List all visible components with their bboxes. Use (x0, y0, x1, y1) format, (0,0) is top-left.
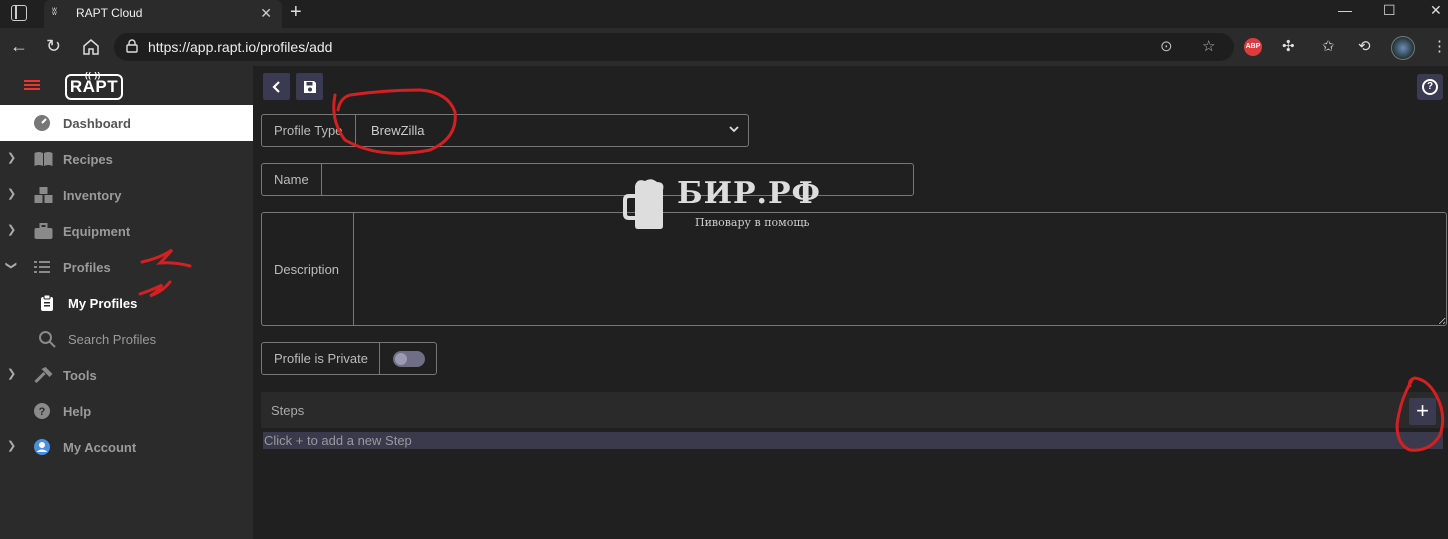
question-circle-icon: ? (1422, 79, 1438, 95)
tab-actions-icon[interactable] (11, 5, 27, 21)
sidebar-item-label: My Profiles (68, 296, 138, 311)
sidebar-item-label: Inventory (63, 188, 122, 203)
url-bar[interactable]: https://app.rapt.io/profiles/add ⊙ ☆ (114, 33, 1234, 61)
book-icon (34, 152, 53, 166)
chevron-right-icon: ❯ (7, 440, 17, 452)
sidebar-item-my-profiles[interactable]: My Profiles (0, 285, 253, 321)
question-circle-icon: ? (34, 403, 50, 419)
home-icon[interactable] (82, 38, 100, 56)
chevron-left-icon (271, 81, 280, 93)
description-textarea[interactable] (355, 213, 1446, 325)
sidebar-item-label: Equipment (63, 224, 131, 239)
sidebar-item-dashboard[interactable]: Dashboard (0, 105, 253, 141)
tab-title: RAPT Cloud (76, 6, 143, 20)
sidebar-item-help[interactable]: ? Help (0, 393, 253, 429)
private-label: Profile is Private (262, 343, 380, 374)
beer-mug-icon (623, 179, 664, 229)
maximize-button[interactable]: ☐ (1383, 2, 1396, 19)
new-tab-button[interactable]: + (290, 1, 302, 24)
sidebar-item-label: My Account (63, 440, 137, 455)
svg-text:?: ? (39, 406, 46, 418)
history-icon[interactable]: ⟲ (1358, 37, 1371, 55)
private-toggle[interactable] (393, 351, 425, 367)
profile-type-select[interactable]: Profile Type BrewZilla (261, 114, 749, 147)
extensions-puzzle-icon[interactable]: ✣ (1282, 37, 1295, 55)
chevron-right-icon: ❯ (7, 152, 17, 164)
watermark-subtitle: Пивовару в помощь (695, 216, 810, 229)
close-window-button[interactable]: ✕ (1430, 2, 1442, 19)
chevron-down-icon (729, 126, 739, 133)
profile-type-label: Profile Type (262, 115, 356, 146)
adblock-plus-icon[interactable]: ABP (1244, 38, 1262, 56)
sidebar-item-label: Dashboard (63, 116, 131, 131)
dashboard-gauge-icon (34, 115, 50, 131)
sidebar-item-equipment[interactable]: ❯ Equipment (0, 213, 253, 249)
rapt-favicon-icon: ʬ (52, 7, 57, 18)
profile-avatar[interactable] (1391, 36, 1415, 60)
more-options-icon[interactable]: ⊙ (1160, 37, 1173, 55)
watermark-logo: БИР.РФ Пивовару в помощь (623, 176, 833, 236)
rapt-logo[interactable]: RAPT (65, 65, 123, 100)
steps-empty-hint: Click + to add a new Step (263, 432, 1443, 449)
user-circle-icon (34, 439, 50, 455)
search-icon (39, 331, 56, 348)
hammer-icon (34, 367, 53, 384)
boxes-icon (34, 187, 53, 203)
lock-icon (126, 39, 138, 53)
address-toolbar: ← ↻ https://app.rapt.io/profiles/add ⊙ ☆… (0, 28, 1448, 66)
browser-titlebar: ʬ RAPT Cloud ✕ + — ☐ ✕ (0, 0, 1448, 28)
private-field: Profile is Private (261, 342, 437, 375)
chevron-right-icon: ❯ (7, 188, 17, 200)
url-text: https://app.rapt.io/profiles/add (148, 39, 333, 55)
chevron-down-icon: ❯ (5, 260, 18, 271)
sidebar-item-label: Tools (63, 368, 97, 383)
sidebar-item-profiles[interactable]: ❯ Profiles (0, 249, 253, 285)
list-icon (34, 261, 50, 273)
profile-type-value: BrewZilla (371, 123, 425, 138)
watermark-title: БИР.РФ (677, 176, 822, 211)
clipboard-icon (41, 294, 53, 311)
sidebar-item-label: Recipes (63, 152, 113, 167)
description-field: Description (261, 212, 1447, 326)
toolbox-icon (34, 223, 53, 239)
name-label: Name (262, 164, 322, 195)
chevron-right-icon: ❯ (7, 368, 17, 380)
rapt-app: RAPT Dashboard ❯ Recipes ❯ Inventory ❯ (0, 65, 1448, 539)
browser-menu-icon[interactable]: ⋮ (1432, 37, 1447, 55)
minimize-button[interactable]: — (1338, 2, 1352, 18)
refresh-icon[interactable]: ↻ (46, 36, 61, 57)
steps-header: Steps + (261, 392, 1448, 428)
sidebar-item-my-account[interactable]: ❯ My Account (0, 429, 253, 465)
sidebar-item-label: Help (63, 404, 92, 419)
floppy-disk-icon (303, 81, 316, 93)
sidebar-item-label: Profiles (63, 260, 111, 275)
back-arrow-icon[interactable]: ← (10, 36, 28, 57)
sidebar-item-tools[interactable]: ❯ Tools (0, 357, 253, 393)
sidebar: RAPT Dashboard ❯ Recipes ❯ Inventory ❯ (0, 65, 253, 539)
sidebar-item-inventory[interactable]: ❯ Inventory (0, 177, 253, 213)
steps-title: Steps (271, 403, 305, 418)
help-button[interactable]: ? (1417, 74, 1443, 100)
sidebar-item-search-profiles[interactable]: Search Profiles (0, 321, 253, 357)
tab-close-icon[interactable]: ✕ (260, 5, 272, 22)
save-button[interactable] (296, 73, 323, 100)
sidebar-item-recipes[interactable]: ❯ Recipes (0, 141, 253, 177)
description-label: Description (262, 213, 354, 325)
menu-hamburger-icon[interactable] (24, 80, 40, 90)
add-step-button[interactable]: + (1409, 398, 1436, 425)
sidebar-item-label: Search Profiles (68, 332, 157, 347)
chevron-right-icon: ❯ (7, 224, 17, 236)
favorite-star-icon[interactable]: ☆ (1202, 37, 1215, 55)
back-button[interactable] (263, 73, 290, 100)
favorites-icon[interactable]: ✩ (1322, 37, 1335, 55)
browser-tab[interactable]: ʬ RAPT Cloud ✕ (44, 0, 282, 28)
